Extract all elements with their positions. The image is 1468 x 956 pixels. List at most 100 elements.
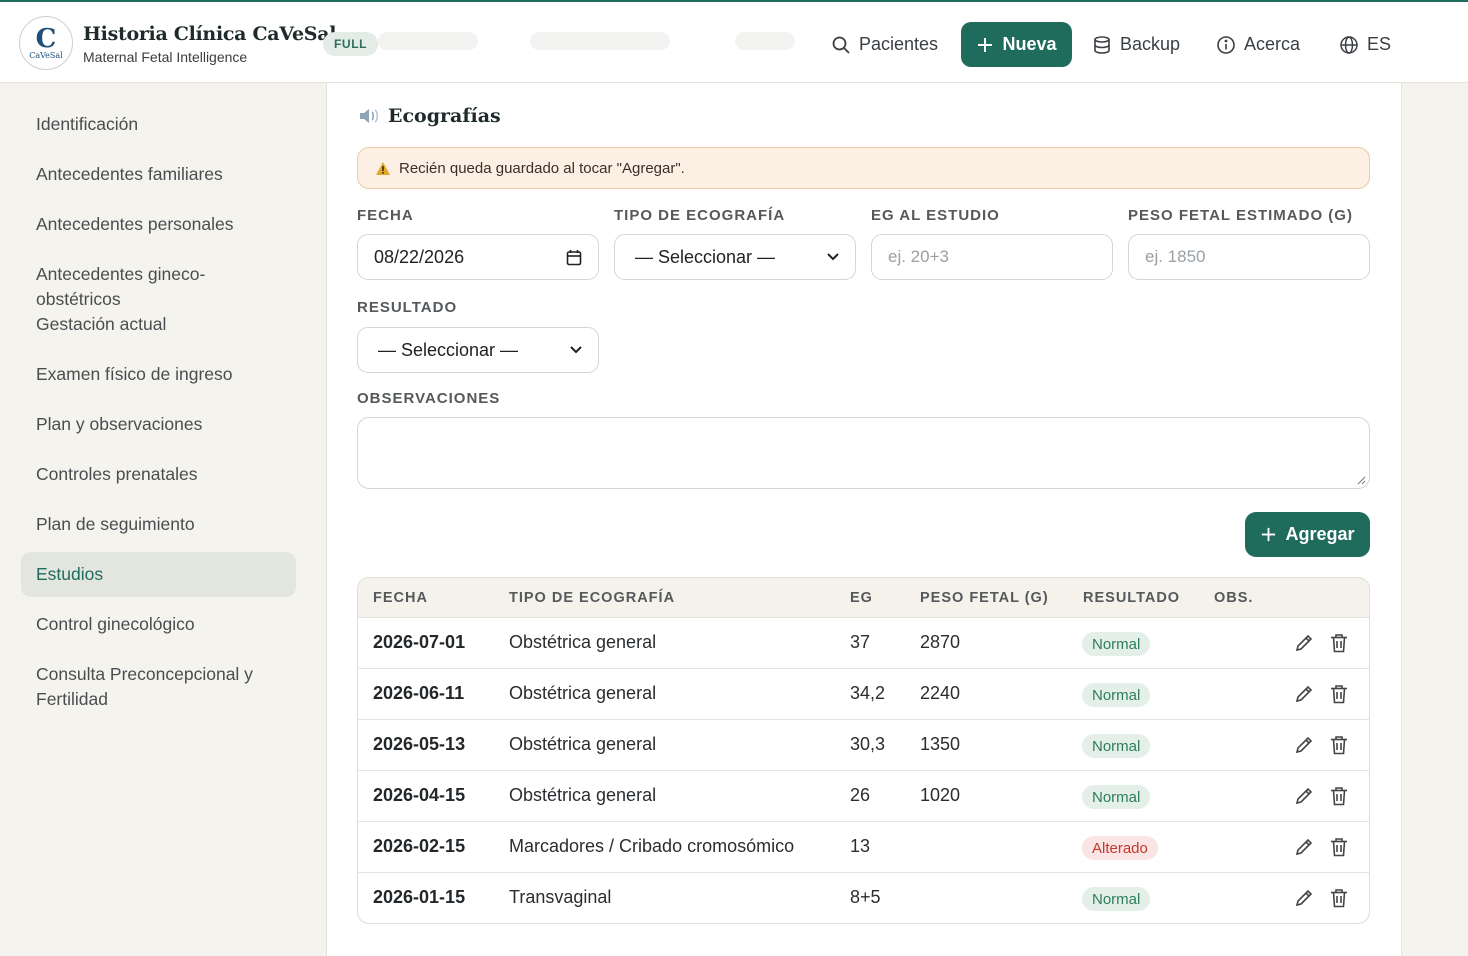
row-weight: 2870 bbox=[920, 632, 961, 652]
nav-patients[interactable]: Pacientes bbox=[831, 22, 938, 67]
status-badge: Normal bbox=[1082, 734, 1151, 758]
sidebar-item-antecedentes-personales[interactable]: Antecedentes personales bbox=[21, 212, 296, 237]
edit-icon[interactable] bbox=[1293, 836, 1315, 858]
row-date: 2026-02-15 bbox=[373, 836, 466, 856]
table-row: 2026-07-01 Obstétrica general 37 2870 Normal bbox=[358, 618, 1369, 669]
sidebar-item-control-ginecologico[interactable]: Control ginecológico bbox=[21, 612, 296, 637]
type-label: TIPO DE ECOGRAFÍA bbox=[614, 207, 786, 224]
edit-icon[interactable] bbox=[1293, 887, 1315, 909]
sidebar-item-controles-prenatales[interactable]: Controles prenatales bbox=[21, 462, 296, 487]
info-icon bbox=[1217, 35, 1235, 54]
trash-icon[interactable] bbox=[1328, 836, 1350, 858]
search-icon bbox=[832, 36, 850, 54]
edit-icon[interactable] bbox=[1293, 734, 1315, 756]
plan-badge: FULL bbox=[323, 32, 379, 56]
alert-text: Recién queda guardado al tocar "Agregar"… bbox=[399, 159, 685, 177]
row-type: Obstétrica general bbox=[509, 734, 657, 754]
row-ga: 13 bbox=[850, 836, 871, 856]
add-button[interactable]: Agregar bbox=[1245, 512, 1370, 557]
row-type: Marcadores / Cribado cromosómico bbox=[509, 836, 795, 856]
nav-about[interactable]: Acerca bbox=[1216, 22, 1300, 67]
trash-icon[interactable] bbox=[1328, 734, 1350, 756]
row-date: 2026-01-15 bbox=[373, 887, 466, 907]
save-warning-alert: Recién queda guardado al tocar "Agregar"… bbox=[357, 147, 1370, 189]
col-ga: EG bbox=[850, 590, 873, 606]
new-record-label: Nueva bbox=[1002, 34, 1057, 54]
faded-nav-placeholder bbox=[530, 32, 670, 50]
sidebar-item-examen-fisico[interactable]: Examen físico de ingreso bbox=[21, 362, 296, 387]
row-ga: 26 bbox=[850, 785, 871, 805]
speaker-icon bbox=[360, 109, 379, 123]
sidebar-item-plan-seguimiento[interactable]: Plan de seguimiento bbox=[21, 512, 296, 537]
date-input[interactable]: 08/22/2026 bbox=[357, 234, 599, 280]
table-row: 2026-05-13 Obstétrica general 30,3 1350 Norm… bbox=[358, 720, 1369, 771]
right-gutter bbox=[1401, 83, 1468, 956]
table-row: 2026-06-11 Obstétrica general 34,2 2240 Norm… bbox=[358, 669, 1369, 720]
type-select-value: — Seleccionar — bbox=[635, 246, 776, 267]
edit-icon[interactable] bbox=[1293, 785, 1315, 807]
table-row: 2026-02-15 Marcadores / Cribado cromosómi… bbox=[358, 822, 1369, 873]
status-badge: Alterado bbox=[1082, 836, 1158, 860]
sidebar-item-plan-observaciones[interactable]: Plan y observaciones bbox=[21, 412, 296, 437]
row-ga: 34,2 bbox=[850, 683, 886, 703]
row-type: Obstétrica general bbox=[509, 785, 657, 805]
sidebar-item-identificacion[interactable]: Identificación bbox=[21, 112, 296, 137]
database-icon bbox=[1094, 35, 1110, 54]
ultrasound-table: FECHA TIPO DE ECOGRAFÍA EG PESO FETAL (G… bbox=[357, 577, 1370, 924]
sidebar-item-gestacion-actual[interactable]: Gestación actual bbox=[21, 312, 296, 337]
trash-icon[interactable] bbox=[1328, 683, 1350, 705]
chevron-down-icon bbox=[570, 346, 582, 354]
add-button-label: Agregar bbox=[1285, 524, 1355, 544]
sidebar-item-antecedentes-gineco-obstetricos[interactable]: Antecedentes gineco-obstétricos bbox=[21, 262, 296, 312]
type-select[interactable]: — Seleccionar — bbox=[614, 234, 856, 280]
row-ga: 30,3 bbox=[850, 734, 886, 754]
faded-nav-placeholder bbox=[378, 32, 478, 50]
row-weight: 2240 bbox=[920, 683, 961, 703]
result-select[interactable]: — Seleccionar — bbox=[357, 327, 599, 373]
sidebar-item-estudios[interactable]: Estudios bbox=[21, 552, 296, 597]
language-switcher[interactable]: ES bbox=[1339, 22, 1391, 67]
resize-handle-icon[interactable] bbox=[1357, 476, 1366, 485]
nav-patients-label: Pacientes bbox=[859, 34, 939, 54]
trash-icon[interactable] bbox=[1328, 632, 1350, 654]
calendar-icon[interactable] bbox=[566, 249, 582, 266]
status-badge: Normal bbox=[1082, 683, 1151, 707]
sidebar-item-consulta-preconcepcional[interactable]: Consulta Preconcepcional y Fertilidad bbox=[21, 662, 281, 712]
col-obs: OBS. bbox=[1214, 590, 1254, 606]
globe-icon bbox=[1340, 35, 1358, 54]
new-record-button[interactable]: Nueva bbox=[961, 22, 1072, 67]
app-title: Historia Clínica CaVeSal bbox=[83, 23, 337, 45]
notes-textarea[interactable] bbox=[357, 417, 1370, 489]
ga-input[interactable]: ej. 20+3 bbox=[871, 234, 1113, 280]
faded-nav-placeholder bbox=[735, 32, 795, 50]
row-date: 2026-04-15 bbox=[373, 785, 466, 805]
status-badge: Normal bbox=[1082, 632, 1151, 656]
col-type: TIPO DE ECOGRAFÍA bbox=[509, 590, 676, 606]
notes-label: OBSERVACIONES bbox=[357, 390, 501, 407]
trash-icon[interactable] bbox=[1328, 785, 1350, 807]
app-header: C CaVeSal Historia Clínica CaVeSal Mater… bbox=[0, 2, 1468, 83]
nav-backup[interactable]: Backup bbox=[1092, 22, 1180, 67]
sidebar-item-antecedentes-familiares[interactable]: Antecedentes familiares bbox=[21, 162, 296, 187]
edit-icon[interactable] bbox=[1293, 683, 1315, 705]
warning-icon bbox=[376, 161, 390, 175]
logo-glyph: C bbox=[35, 23, 57, 54]
weight-input[interactable]: ej. 1850 bbox=[1128, 234, 1370, 280]
col-result: RESULTADO bbox=[1083, 590, 1181, 606]
col-date: FECHA bbox=[373, 590, 428, 606]
result-select-value: — Seleccionar — bbox=[378, 339, 519, 360]
status-badge: Normal bbox=[1082, 785, 1151, 809]
section-header: Ecografías bbox=[358, 105, 501, 127]
app-logo[interactable]: C CaVeSal bbox=[19, 16, 73, 70]
table-row: 2026-04-15 Obstétrica general 26 1020 Normal bbox=[358, 771, 1369, 822]
trash-icon[interactable] bbox=[1328, 887, 1350, 909]
result-label: RESULTADO bbox=[357, 299, 458, 316]
nav-backup-label: Backup bbox=[1120, 34, 1181, 54]
date-value: 08/22/2026 bbox=[374, 246, 465, 267]
row-weight: 1350 bbox=[920, 734, 961, 754]
row-type: Obstétrica general bbox=[509, 632, 657, 652]
row-type: Obstétrica general bbox=[509, 683, 657, 703]
edit-icon[interactable] bbox=[1293, 632, 1315, 654]
plus-icon bbox=[1262, 527, 1276, 542]
sidebar: Identificación Antecedentes familiares A… bbox=[0, 83, 327, 956]
